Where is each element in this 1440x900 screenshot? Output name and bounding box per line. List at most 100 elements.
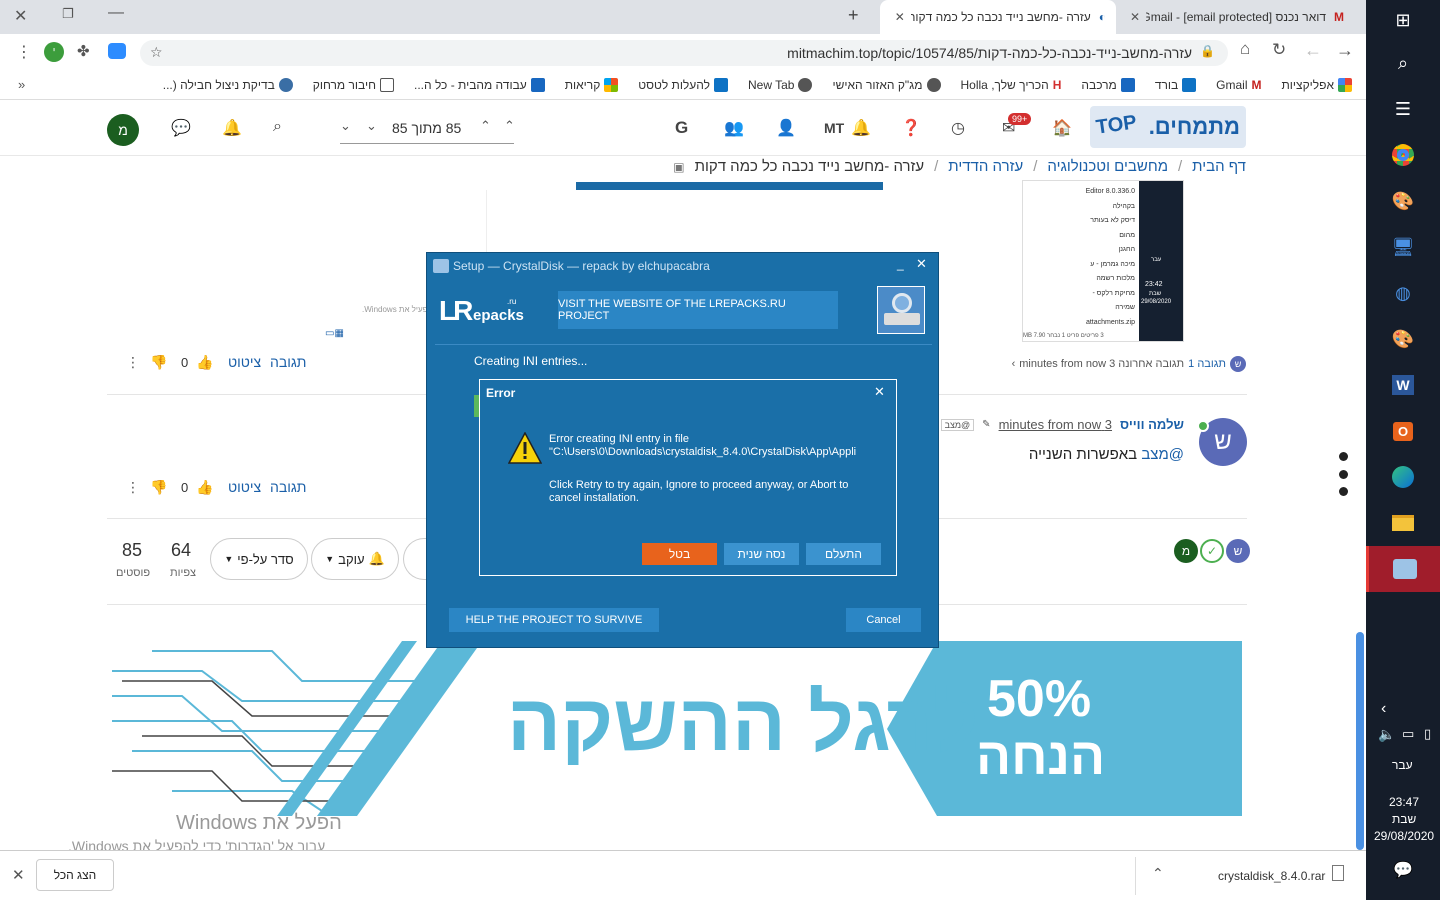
scroll-dot[interactable] [1339, 487, 1348, 496]
bookmark-work-from-home[interactable]: עבודה מהבית - כל ה... [414, 78, 545, 92]
paint-icon[interactable]: 🎨 [1366, 178, 1440, 224]
close-window-icon[interactable]: ✕ [14, 6, 27, 26]
attached-screenshot[interactable]: 23:42 שבת 29/08/2020 עבר Editor 8.0.336.… [1022, 180, 1184, 342]
bookmark-tickets[interactable]: קריאות [565, 78, 619, 92]
ad-banner[interactable]: לרגל ההשקה 50% הנחה [112, 641, 1242, 816]
setup-cancel-button[interactable]: Cancel [846, 608, 921, 632]
post-time[interactable]: 3 minutes from now [999, 417, 1112, 432]
downvote-icon[interactable]: 👎 [150, 479, 167, 496]
reply-to-tag[interactable]: @מצב [940, 418, 975, 431]
close-icon[interactable]: ✕ [12, 866, 25, 884]
last-reply[interactable]: תגובה אחרונה 3 minutes from now [1019, 358, 1184, 370]
more-bookmarks-icon[interactable]: » [18, 77, 25, 92]
bell-icon[interactable]: 🔔 [851, 118, 871, 138]
tab-topic[interactable]: ◐ עזרה -מחשב נייד נכבה כל כמה דקות ✕ [880, 0, 1116, 34]
zoom-extension-icon[interactable] [108, 43, 126, 59]
action-center-icon[interactable]: 💬 [1393, 860, 1413, 880]
chrome-icon[interactable] [1366, 132, 1440, 178]
prev-page-icon[interactable]: ⌃ [480, 118, 491, 134]
scroll-dot[interactable] [1339, 452, 1348, 461]
office-icon[interactable]: O [1366, 408, 1440, 454]
mention[interactable]: @מצב [1141, 446, 1184, 463]
download-filename[interactable]: crystaldisk_8.4.0.rar [1218, 869, 1325, 883]
bookmark-holla[interactable]: H הכריך שלך, Holla [961, 78, 1062, 92]
follow-button[interactable]: 🔔 עוקב ▼ [311, 538, 399, 580]
search-icon[interactable]: ⌕ [1366, 40, 1440, 86]
keyboard-language[interactable]: עבר [1392, 758, 1413, 772]
close-icon[interactable]: ✕ [874, 384, 885, 400]
page-scrollbar[interactable] [1356, 632, 1364, 850]
close-tab-icon[interactable]: ✕ [1130, 10, 1140, 24]
bookmark-test[interactable]: להעלות לטסט [638, 78, 728, 92]
retry-button[interactable]: נסה שנית [724, 543, 799, 565]
breadcrumb-category[interactable]: מחשבים וטכנולוגיה [1047, 158, 1168, 175]
quote-button[interactable]: ציטוט [228, 354, 261, 370]
minimize-window-icon[interactable]: — [108, 4, 124, 22]
task-view-icon[interactable]: ☰ [1366, 86, 1440, 132]
avatar[interactable]: מ [1174, 539, 1198, 563]
post-menu-icon[interactable]: ⋮ [126, 479, 140, 496]
bookmark-gmail[interactable]: M Gmail [1216, 78, 1261, 92]
upvote-icon[interactable]: 👍 [196, 479, 213, 496]
reply-button[interactable]: תגובה [270, 479, 306, 495]
notifications-icon[interactable]: 🔔 [222, 118, 242, 138]
clock-time[interactable]: 23:47 [1389, 795, 1419, 809]
recent-icon[interactable]: ◷ [951, 118, 965, 138]
user-icon[interactable]: 👤 [776, 118, 796, 138]
last-page-icon[interactable]: ⌄ [340, 118, 351, 134]
search-icon[interactable]: ⌕ [273, 118, 282, 136]
avatar[interactable]: ש [1226, 539, 1250, 563]
author-name[interactable]: שלמה ווייס [1120, 417, 1184, 432]
chat-icon[interactable]: 💬 [171, 118, 191, 138]
first-page-icon[interactable]: ⌃ [504, 118, 515, 134]
extensions-icon[interactable]: ✤ [77, 42, 90, 60]
replies-count[interactable]: תגובה 1 [1188, 358, 1226, 370]
home-icon[interactable]: 🏠 [1052, 118, 1072, 138]
bookmark-remote[interactable]: חיבור מרחוק [313, 78, 394, 92]
bookmark-board[interactable]: בורד [1155, 78, 1197, 92]
tab-gmail[interactable]: M דואר נכנס Gmail - [email protected] ✕ [1118, 0, 1354, 34]
profile-icon[interactable]: י [44, 42, 64, 62]
back-icon[interactable]: → [1336, 40, 1354, 61]
reload-icon[interactable]: ↻ [1272, 40, 1286, 60]
google-icon[interactable]: G [675, 118, 688, 138]
sort-button[interactable]: סדר על-פי ▼ [210, 538, 308, 580]
forward-icon[interactable]: ← [1304, 40, 1322, 61]
restore-window-icon[interactable]: ❐ [62, 6, 74, 22]
edge-icon[interactable] [1366, 454, 1440, 500]
visit-website-button[interactable]: VISIT THE WEBSITE OF THE LREPACKS.RU PRO… [558, 291, 838, 329]
breadcrumb-subcategory[interactable]: עזרה הדדית [948, 158, 1023, 175]
upvote-icon[interactable]: 👍 [196, 354, 213, 371]
help-project-button[interactable]: HELP THE PROJECT TO SURVIVE [449, 608, 659, 632]
battery-icon[interactable]: ▯ [1424, 726, 1431, 742]
embedded-image-icon[interactable]: ▭▦ [325, 328, 344, 339]
show-all-button[interactable]: הצג הכל [36, 859, 114, 891]
remote-desktop-icon[interactable]: 🖥 [1366, 224, 1440, 270]
volume-icon[interactable]: 🔈 [1378, 726, 1395, 743]
network-icon[interactable]: ▭ [1402, 726, 1414, 742]
lock-icon[interactable]: 🔒 [1200, 44, 1215, 58]
minimize-icon[interactable]: _ [897, 257, 904, 271]
bookmark-star-icon[interactable]: ☆ [150, 44, 163, 61]
post-menu-icon[interactable]: ⋮ [126, 354, 140, 371]
chevron-left-icon[interactable]: › [1012, 358, 1016, 370]
next-page-icon[interactable]: ⌄ [366, 118, 377, 134]
setup-taskbar-icon[interactable] [1366, 546, 1440, 592]
close-tab-icon[interactable]: ✕ [895, 10, 905, 24]
word-icon[interactable]: W [1366, 362, 1440, 408]
downvote-icon[interactable]: 👎 [150, 354, 167, 371]
home-icon[interactable]: ⌂ [1240, 39, 1250, 59]
forum-logo[interactable]: TOP מתמחים. [1090, 106, 1246, 148]
user-initials[interactable]: MT [824, 120, 844, 136]
address-bar[interactable]: ☆ 🔒 mitmachim.top/topic/10574/85/עזרה-מח… [140, 40, 1228, 66]
new-tab-icon[interactable]: + [848, 5, 859, 26]
breadcrumb-home[interactable]: דף הבית [1192, 158, 1246, 175]
chevron-up-icon[interactable]: ⌃ [1152, 865, 1164, 882]
reply-button[interactable]: תגובה [270, 354, 306, 370]
close-icon[interactable]: ✕ [916, 256, 927, 272]
ignore-button[interactable]: התעלם [806, 543, 881, 565]
menu-dots-icon[interactable]: ⋮ [16, 42, 32, 62]
bookmark-merkava[interactable]: מרכבה [1081, 78, 1135, 92]
scroll-dot[interactable] [1339, 470, 1348, 479]
globe-app-icon[interactable]: ◍ [1366, 270, 1440, 316]
